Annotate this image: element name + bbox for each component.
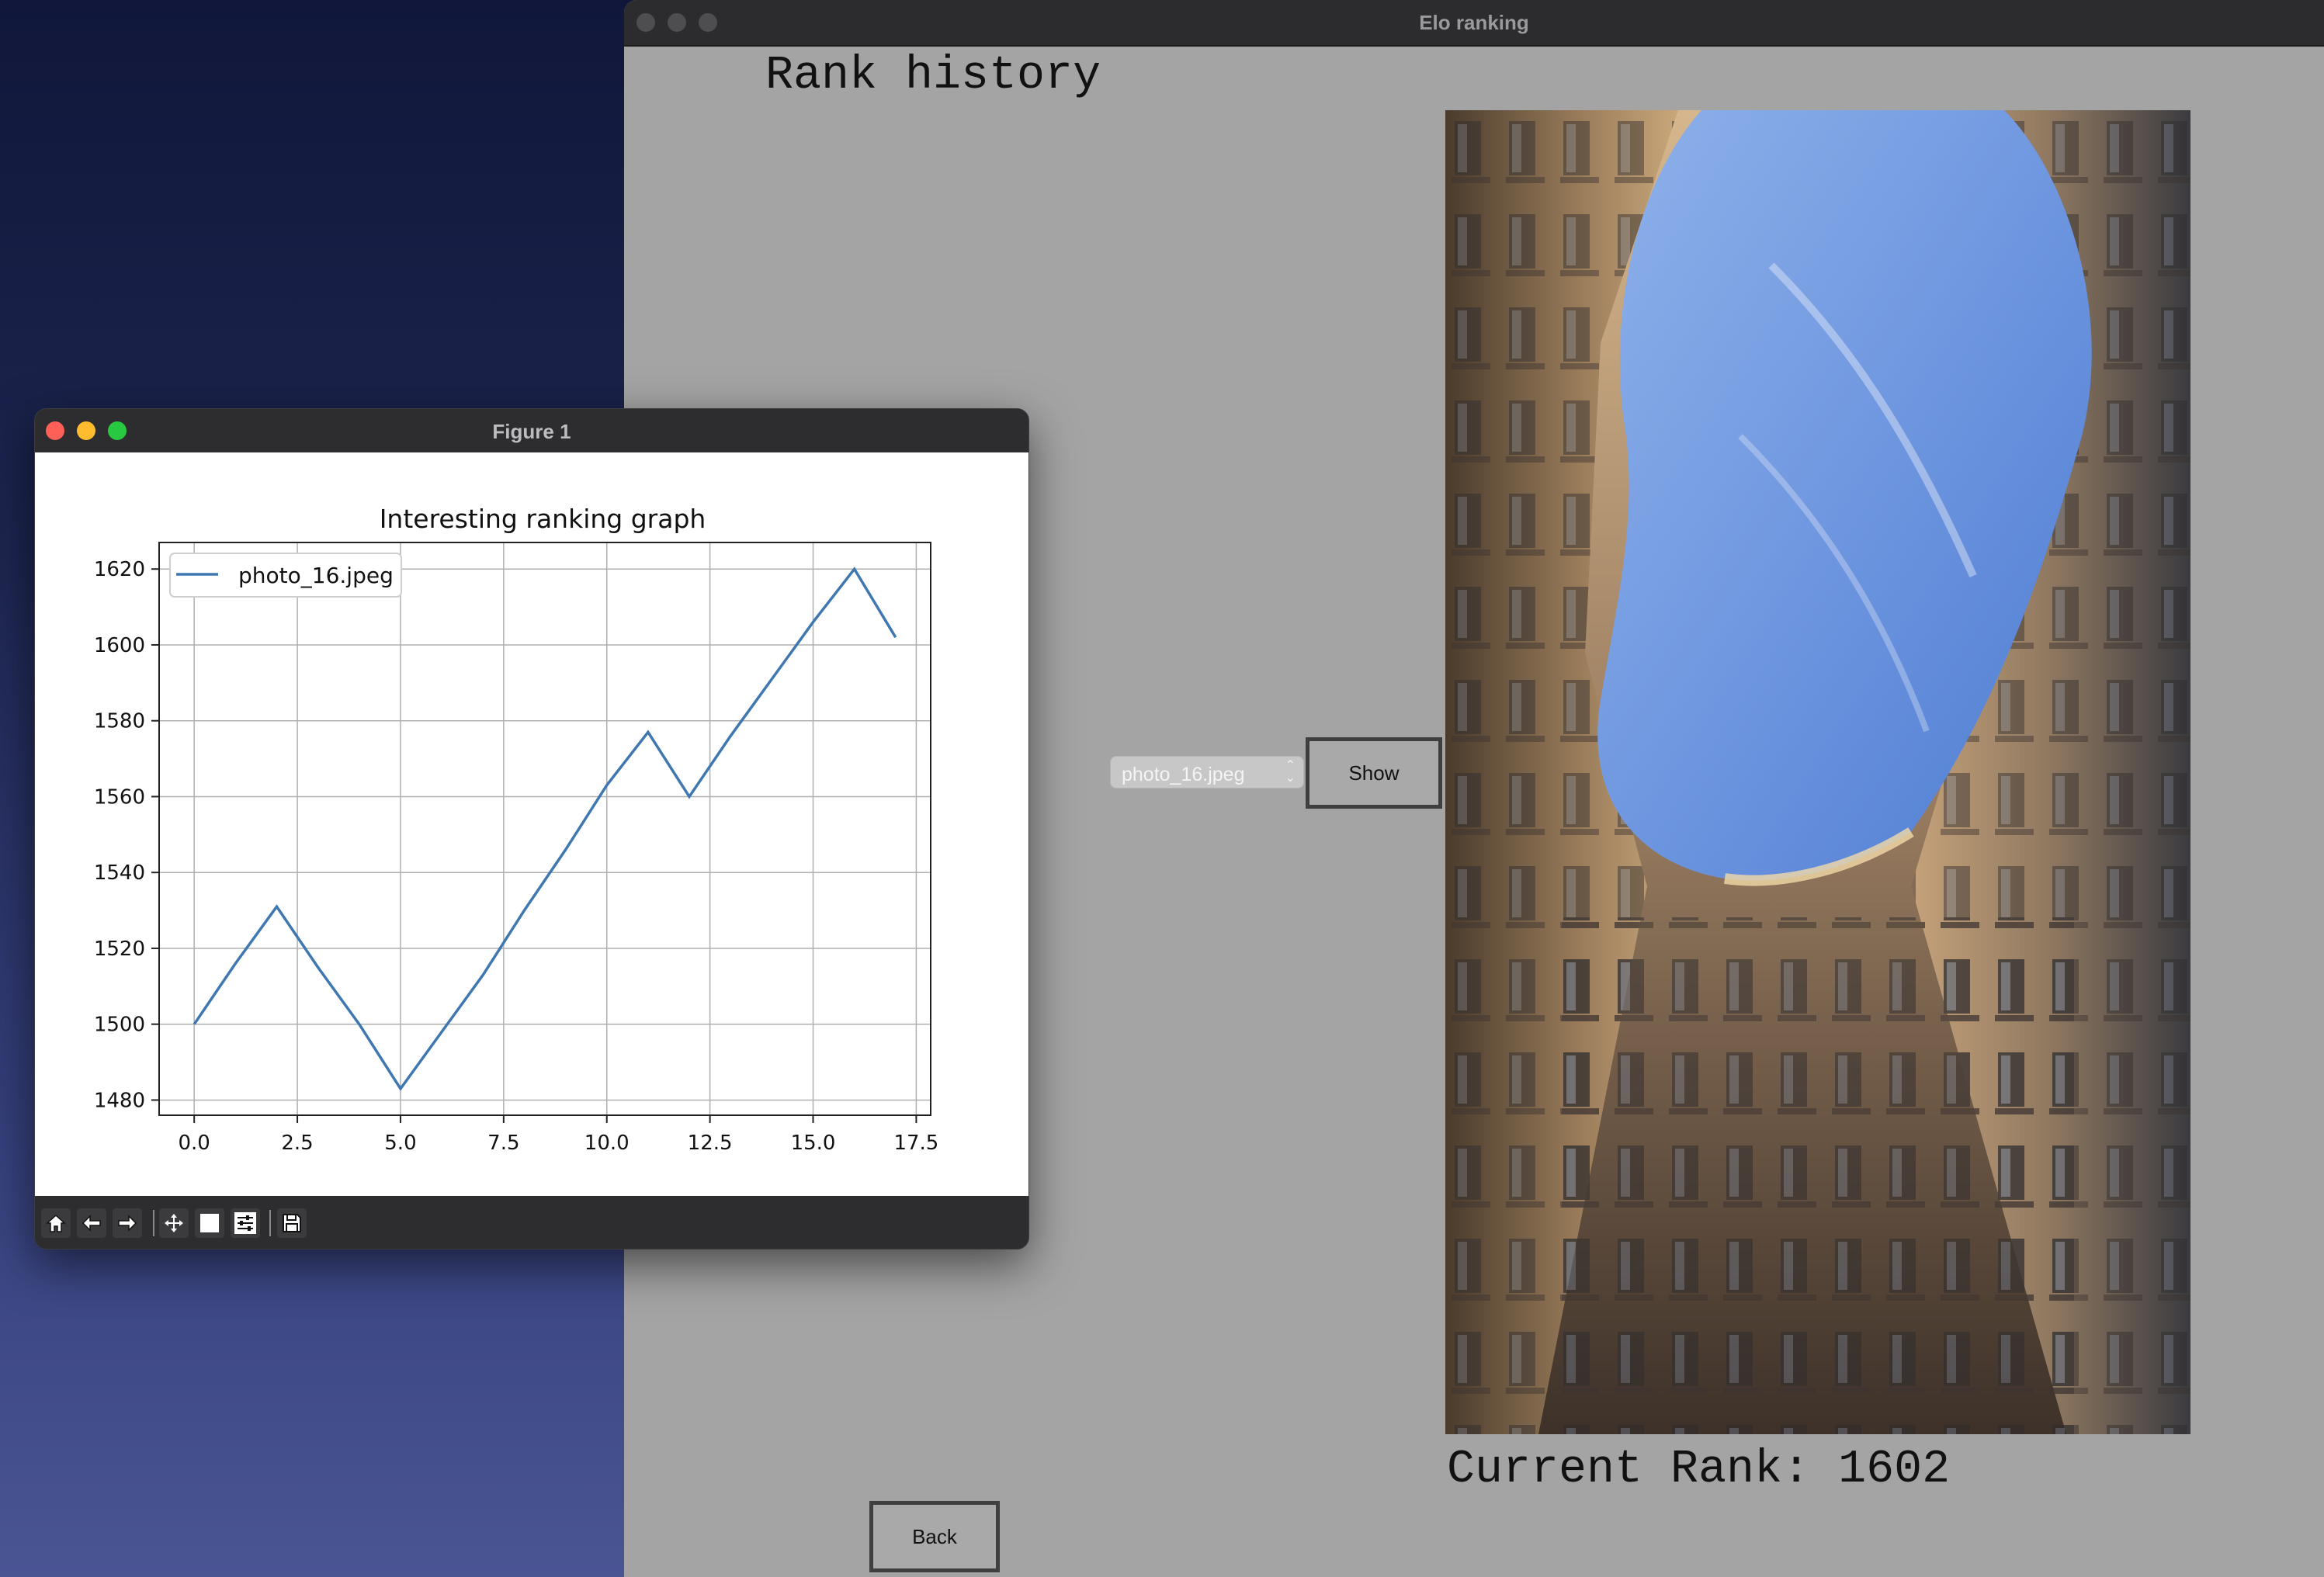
show-button[interactable]: Show (1306, 737, 1442, 809)
x-tick-label: 17.5 (893, 1132, 938, 1155)
home-icon[interactable] (41, 1208, 71, 1238)
current-rank-label: Current Rank: 1602 (1447, 1444, 1951, 1496)
photo-select-value: photo_16.jpeg (1122, 764, 1245, 785)
rank-history-heading: Rank history (765, 50, 1101, 102)
y-tick-label: 1620 (94, 558, 145, 581)
courtyard-photo (1445, 110, 2190, 1434)
back-button-label: Back (912, 1524, 957, 1548)
figure-canvas: Interesting ranking graph 0.0 2.5 5.0 7.5 10… (35, 452, 1028, 1196)
y-tick-label: 1580 (94, 710, 145, 733)
x-tick-label: 5.0 (384, 1132, 416, 1155)
y-tick-label: 1500 (94, 1014, 145, 1037)
figure-titlebar: Figure 1 (35, 409, 1028, 452)
back-arrow-icon[interactable] (77, 1208, 106, 1238)
save-icon[interactable] (277, 1208, 307, 1238)
select-chevron-icon: ⌃ ⌄ (1285, 759, 1296, 785)
x-tick-label: 15.0 (791, 1132, 836, 1155)
x-tick-label: 7.5 (487, 1132, 519, 1155)
chart-title: Interesting ranking graph (380, 504, 706, 534)
pan-icon[interactable] (159, 1208, 189, 1238)
show-button-label: Show (1348, 761, 1400, 785)
x-tick-label: 2.5 (281, 1132, 313, 1155)
x-tick-label: 10.0 (584, 1132, 630, 1155)
figure-window: Figure 1 Interesting ranking graph 0.0 2.… (34, 408, 1029, 1249)
series-line (193, 567, 897, 1091)
plot-frame (158, 542, 931, 1116)
chart-points (194, 569, 896, 1089)
legend-label: photo_16.jpeg (238, 563, 394, 588)
legend: photo_16.jpeg (169, 553, 402, 598)
back-button[interactable]: Back (869, 1501, 1000, 1572)
desktop: Elo ranking Rank history photo_16.jpeg ⌃… (0, 0, 2324, 1577)
figure-title: Figure 1 (492, 420, 571, 443)
main-titlebar: Elo ranking (624, 0, 2324, 47)
y-tick-label: 1480 (94, 1089, 145, 1112)
y-tick-label: 1560 (94, 785, 145, 809)
zoom-icon[interactable] (195, 1208, 224, 1238)
y-tick-label: 1540 (94, 861, 145, 885)
toolbar-separator (269, 1210, 271, 1236)
ranking-chart: Interesting ranking graph 0.0 2.5 5.0 7.5 10… (94, 504, 939, 1155)
figure-toolbar (35, 1196, 1028, 1249)
y-tick-label: 1600 (94, 634, 145, 657)
x-tick-label: 12.5 (688, 1132, 733, 1155)
y-tick-label: 1520 (94, 938, 145, 961)
y-axis: 1480 1500 1520 1540 1560 1580 1600 1620 (94, 558, 159, 1112)
forward-arrow-icon[interactable] (113, 1208, 142, 1238)
photo-select[interactable]: photo_16.jpeg ⌃ ⌄ (1110, 756, 1304, 788)
x-axis: 0.0 2.5 5.0 7.5 10.0 12.5 15.0 17.5 (179, 1115, 938, 1155)
chart-grid (159, 542, 931, 1115)
x-tick-label: 0.0 (179, 1132, 210, 1155)
configure-subplots-icon[interactable] (231, 1208, 260, 1238)
toolbar-separator (153, 1210, 154, 1236)
window-title: Elo ranking (1419, 11, 1529, 34)
